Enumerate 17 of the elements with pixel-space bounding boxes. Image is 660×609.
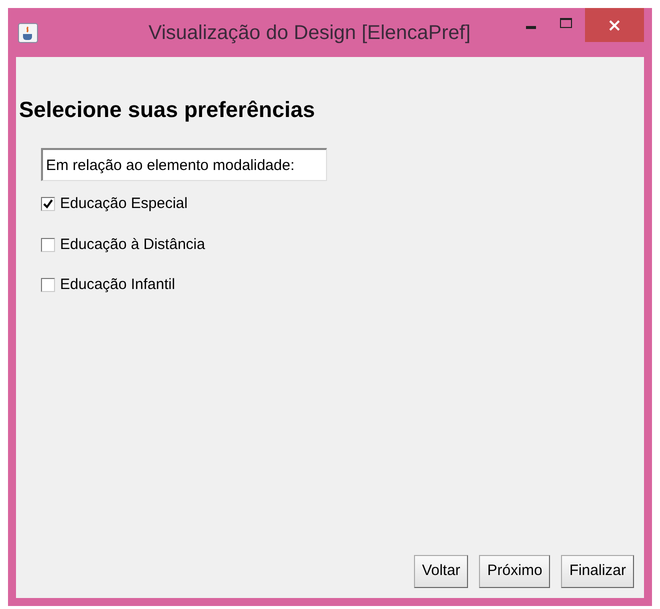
option-label: Educação Especial <box>60 194 188 214</box>
option-label: Educação Infantil <box>60 275 176 295</box>
checkbox[interactable] <box>41 278 55 292</box>
input-field[interactable]: Em relação ao elemento modalidade: <box>41 148 327 181</box>
window-title: Visualização do Design [ElencaPref] <box>148 20 471 46</box>
page-heading: Selecione suas preferências <box>19 96 316 124</box>
wizard-button[interactable]: Voltar <box>414 555 468 588</box>
checkbox[interactable] <box>41 238 55 252</box>
wizard-button[interactable]: Finalizar <box>561 555 634 588</box>
minimize-icon <box>526 26 536 28</box>
option-label: Educação à Distância <box>60 234 206 254</box>
close-icon <box>609 20 620 30</box>
checkbox[interactable] <box>41 197 55 212</box>
maximize-icon <box>560 18 572 28</box>
close-button[interactable] <box>585 8 644 42</box>
wizard-button[interactable]: Próximo <box>479 555 550 588</box>
cup-icon <box>18 22 38 42</box>
